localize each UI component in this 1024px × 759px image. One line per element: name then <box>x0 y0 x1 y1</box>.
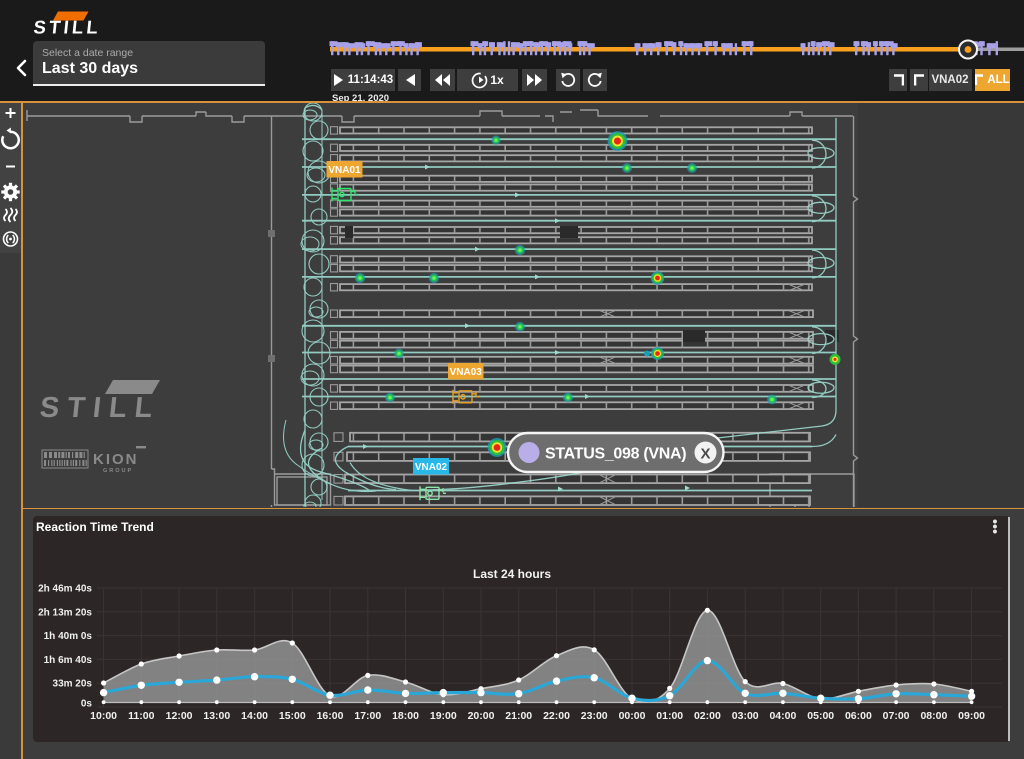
svg-text:10:00: 10:00 <box>90 710 117 722</box>
svg-text:17:00: 17:00 <box>354 710 381 722</box>
svg-text:01:00: 01:00 <box>656 710 683 722</box>
svg-text:13:00: 13:00 <box>203 710 230 722</box>
svg-text:15:00: 15:00 <box>279 710 306 722</box>
svg-text:08:00: 08:00 <box>920 710 947 722</box>
svg-text:VNA01: VNA01 <box>328 165 361 176</box>
svg-text:09:00: 09:00 <box>958 710 985 722</box>
svg-text:STATUS_098 (VNA): STATUS_098 (VNA) <box>545 446 686 463</box>
svg-text:00:00: 00:00 <box>619 710 646 722</box>
svg-text:18:00: 18:00 <box>392 710 419 722</box>
svg-text:2h 46m 40s: 2h 46m 40s <box>38 584 92 595</box>
svg-text:22:00: 22:00 <box>543 710 570 722</box>
svg-text:23:00: 23:00 <box>581 710 608 722</box>
svg-text:X: X <box>700 446 710 463</box>
svg-text:20:00: 20:00 <box>468 710 495 722</box>
svg-text:02:00: 02:00 <box>694 710 721 722</box>
svg-text:GROUP: GROUP <box>103 468 133 474</box>
svg-text:07:00: 07:00 <box>883 710 910 722</box>
svg-text:VNA03: VNA03 <box>450 367 483 378</box>
svg-text:STILL: STILL <box>38 392 162 424</box>
svg-text:11:00: 11:00 <box>128 710 154 722</box>
svg-text:1h 40m 0s: 1h 40m 0s <box>44 631 93 642</box>
svg-text:33m 20s: 33m 20s <box>53 679 93 690</box>
svg-text:14:00: 14:00 <box>241 710 268 722</box>
svg-text:2h 13m 20s: 2h 13m 20s <box>38 607 92 618</box>
svg-text:06:00: 06:00 <box>845 710 872 722</box>
svg-text:1h 6m 40s: 1h 6m 40s <box>44 655 93 666</box>
svg-text:0s: 0s <box>81 699 93 710</box>
svg-text:16:00: 16:00 <box>317 710 344 722</box>
svg-text:03:00: 03:00 <box>732 710 759 722</box>
svg-text:05:00: 05:00 <box>807 710 834 722</box>
svg-text:VNA02: VNA02 <box>415 462 448 473</box>
svg-text:12:00: 12:00 <box>166 710 193 722</box>
svg-text:04:00: 04:00 <box>769 710 796 722</box>
svg-text:19:00: 19:00 <box>430 710 457 722</box>
svg-text:KION: KION <box>93 451 139 468</box>
svg-text:21:00: 21:00 <box>505 710 532 722</box>
